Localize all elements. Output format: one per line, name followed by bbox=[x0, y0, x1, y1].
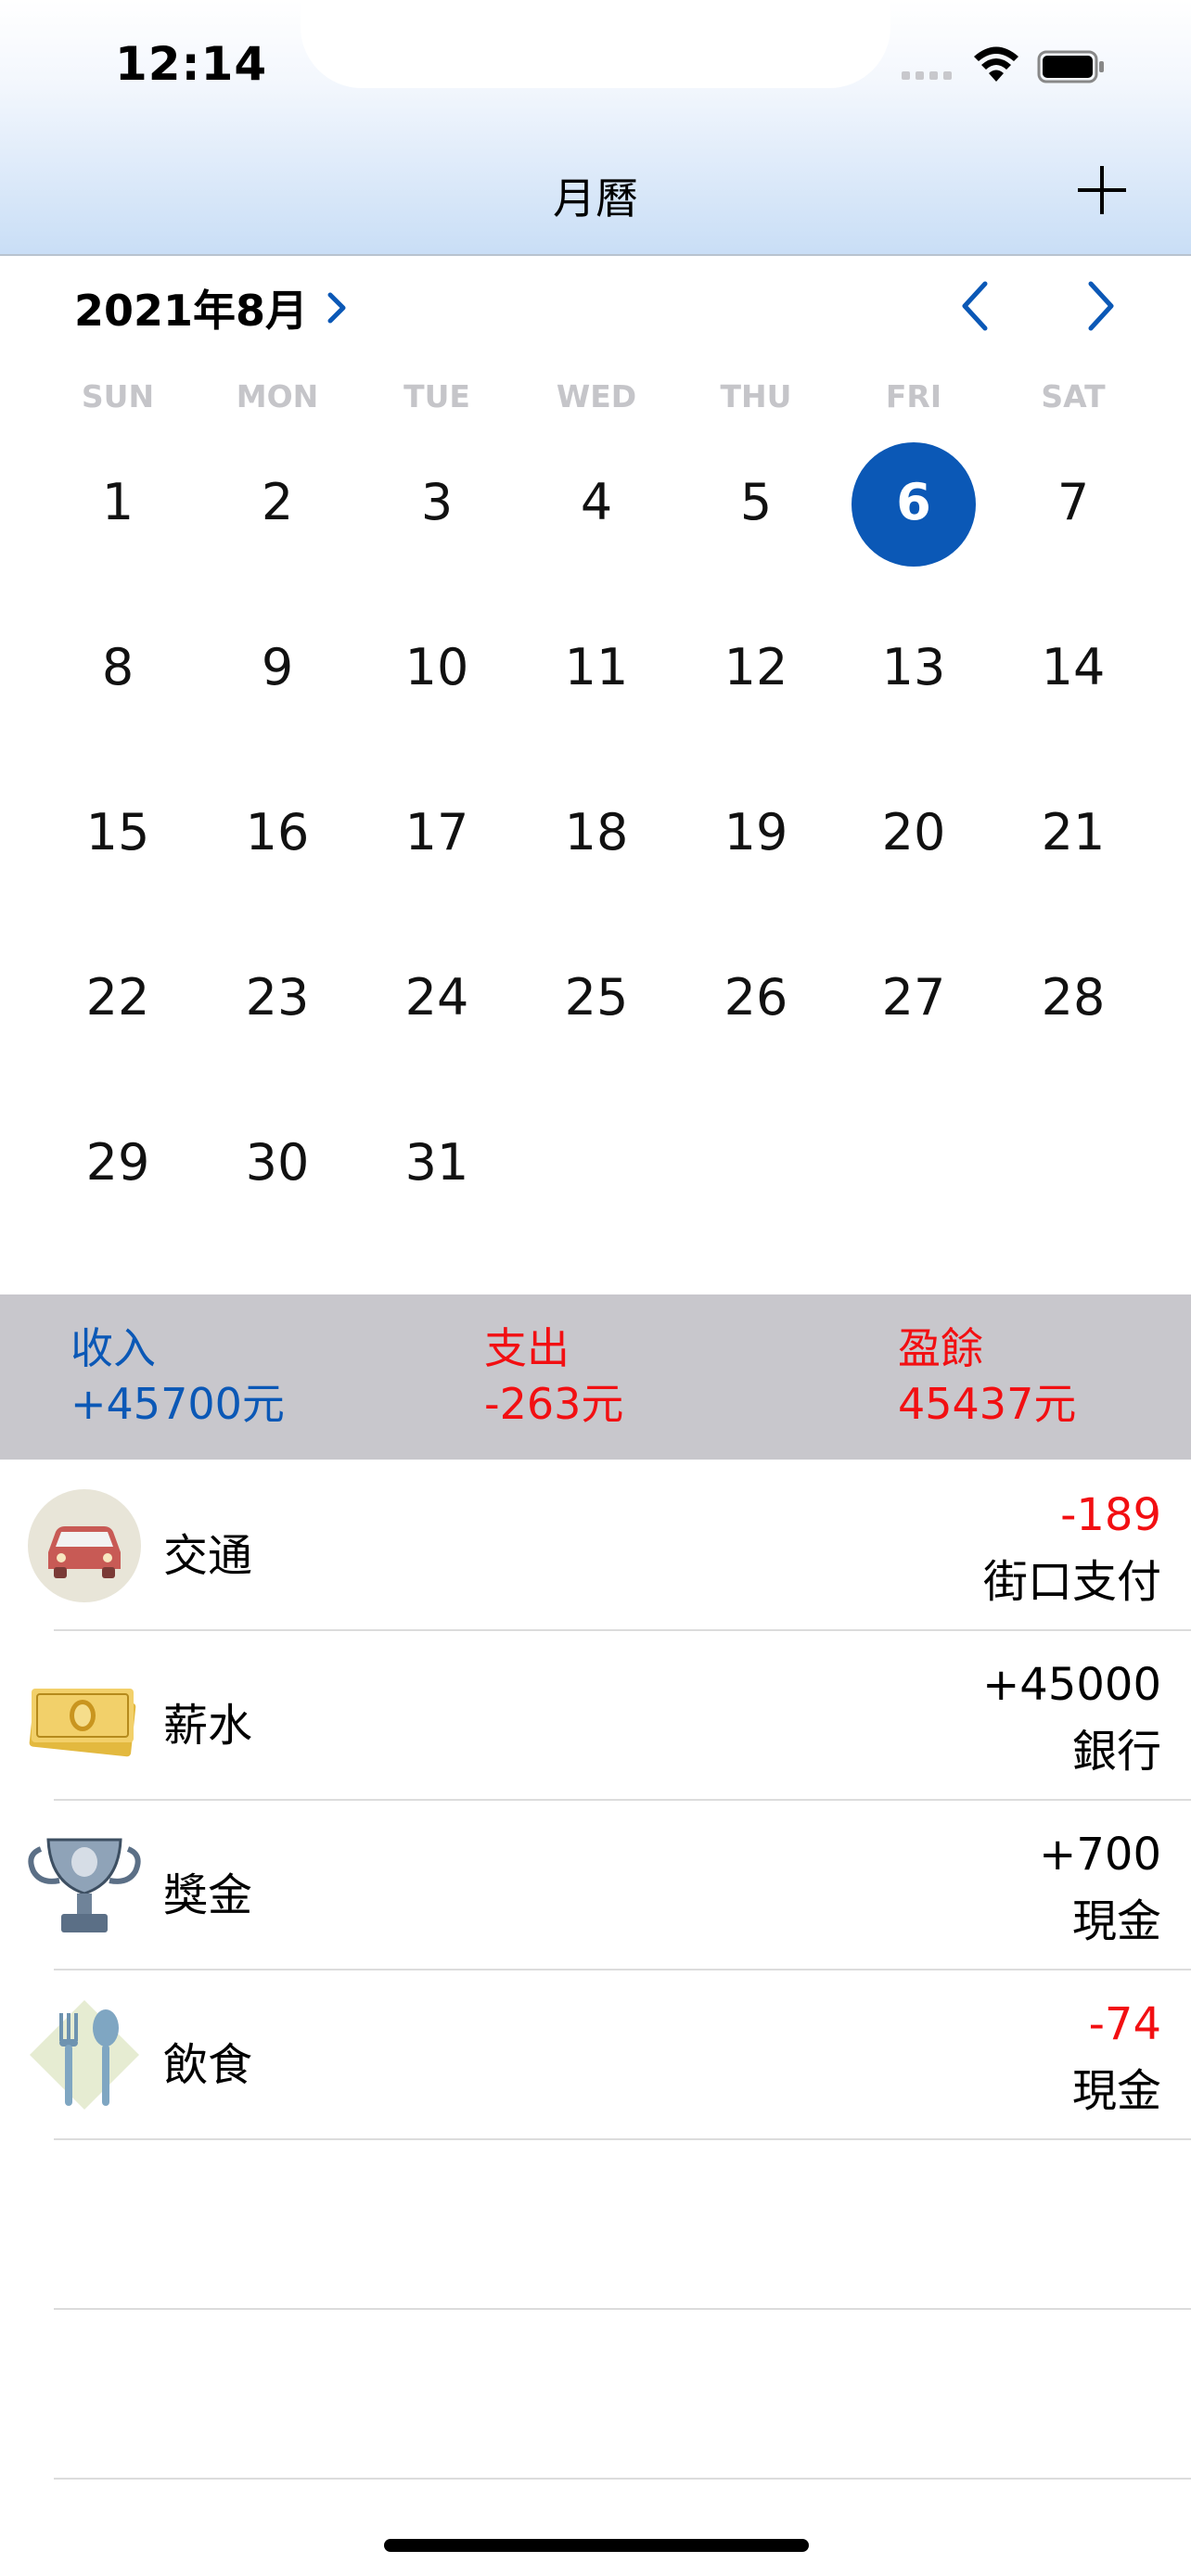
income-summary: 收入 +45700元 bbox=[70, 1320, 285, 1432]
monthly-summary: 收入 +45700元 支出 -263元 盈餘 45437元 bbox=[0, 1294, 1191, 1460]
income-label: 收入 bbox=[70, 1323, 156, 1373]
page-title: 月曆 bbox=[553, 173, 638, 223]
calendar-day[interactable]: 1 bbox=[53, 473, 183, 531]
calendar-day[interactable]: 24 bbox=[372, 968, 502, 1027]
expense-value: -263元 bbox=[484, 1379, 624, 1429]
transaction-row[interactable]: 獎金 +700 現金 bbox=[0, 1801, 1191, 1970]
calendar-day[interactable]: 30 bbox=[212, 1133, 342, 1192]
transaction-row[interactable]: 薪水 +45000 銀行 bbox=[0, 1631, 1191, 1801]
transaction-account: 現金 bbox=[1071, 2065, 1161, 2117]
transaction-account: 銀行 bbox=[1071, 1726, 1161, 1778]
expense-label: 支出 bbox=[484, 1323, 570, 1373]
balance-summary: 盈餘 45437元 bbox=[898, 1320, 1076, 1432]
calendar-day[interactable]: 8 bbox=[53, 638, 183, 696]
row-divider bbox=[54, 2478, 1191, 2480]
car-icon bbox=[28, 1489, 141, 1602]
expense-summary: 支出 -263元 bbox=[484, 1320, 623, 1432]
calendar-day[interactable]: 16 bbox=[212, 803, 342, 861]
transaction-row[interactable]: 交通 -189 街口支付 bbox=[0, 1461, 1191, 1631]
calendar-day[interactable]: 4 bbox=[531, 473, 661, 531]
transaction-row[interactable]: 飲食 -74 現金 bbox=[0, 1970, 1191, 2140]
calendar-day[interactable]: 19 bbox=[691, 803, 821, 861]
calendar-day[interactable]: 28 bbox=[1008, 968, 1138, 1027]
transaction-name: 交通 bbox=[163, 1530, 253, 1582]
income-value: +45700元 bbox=[70, 1379, 285, 1429]
home-indicator[interactable] bbox=[384, 2539, 809, 2552]
calendar-day[interactable]: 10 bbox=[372, 638, 502, 696]
balance-value: 45437元 bbox=[898, 1379, 1077, 1429]
trophy-icon bbox=[28, 1838, 141, 1932]
calendar-day[interactable]: 5 bbox=[691, 473, 821, 531]
transaction-amount: -189 bbox=[1060, 1489, 1161, 1541]
cellular-signal-icon bbox=[902, 67, 957, 80]
transaction-amount: -74 bbox=[1088, 1998, 1161, 2050]
calendar-day[interactable]: 11 bbox=[531, 638, 661, 696]
calendar-day[interactable]: 22 bbox=[53, 968, 183, 1027]
transaction-name: 飲食 bbox=[163, 2039, 253, 2091]
battery-icon bbox=[1037, 50, 1104, 83]
calendar-day[interactable]: 14 bbox=[1008, 638, 1138, 696]
weekday-label: TUE bbox=[403, 378, 470, 414]
calendar-day[interactable]: 18 bbox=[531, 803, 661, 861]
row-divider bbox=[54, 2308, 1191, 2310]
calendar-day[interactable]: 25 bbox=[531, 968, 661, 1027]
calendar-day[interactable]: 12 bbox=[691, 638, 821, 696]
device-notch bbox=[301, 0, 890, 88]
calendar-day[interactable]: 20 bbox=[849, 803, 979, 861]
calendar-day[interactable]: 3 bbox=[372, 473, 502, 531]
row-divider bbox=[54, 2138, 1191, 2140]
transaction-account: 街口支付 bbox=[982, 1556, 1161, 1608]
wifi-icon bbox=[974, 46, 1018, 82]
calendar-day[interactable]: 15 bbox=[53, 803, 183, 861]
weekday-label: FRI bbox=[885, 378, 942, 414]
calendar-day[interactable]: 17 bbox=[372, 803, 502, 861]
weekday-label: SUN bbox=[81, 378, 155, 414]
month-label[interactable]: 2021年8月 bbox=[74, 277, 308, 338]
add-button[interactable] bbox=[1074, 162, 1130, 218]
balance-label: 盈餘 bbox=[898, 1323, 983, 1373]
calendar-day[interactable]: 31 bbox=[372, 1133, 502, 1192]
next-month-button[interactable] bbox=[1082, 278, 1119, 334]
transaction-account: 現金 bbox=[1071, 1895, 1161, 1947]
weekday-label: SAT bbox=[1041, 378, 1106, 414]
previous-month-button[interactable] bbox=[957, 278, 994, 334]
calendar-day[interactable]: 7 bbox=[1008, 473, 1138, 531]
calendar-day[interactable]: 23 bbox=[212, 968, 342, 1027]
transaction-amount: +700 bbox=[1039, 1829, 1161, 1881]
calendar-day[interactable]: 2 bbox=[212, 473, 342, 531]
weekday-label: WED bbox=[556, 378, 637, 414]
status-time: 12:14 bbox=[115, 37, 268, 91]
transaction-amount: +45000 bbox=[982, 1659, 1161, 1711]
transaction-name: 薪水 bbox=[163, 1700, 253, 1752]
calendar-day[interactable]: 29 bbox=[53, 1133, 183, 1192]
top-bar: 12:14 月曆 bbox=[0, 0, 1191, 256]
fork-spoon-icon bbox=[30, 2000, 139, 2110]
calendar-day[interactable]: 26 bbox=[691, 968, 821, 1027]
calendar-day[interactable]: 27 bbox=[849, 968, 979, 1027]
month-selector[interactable]: 2021年8月 bbox=[74, 280, 351, 336]
calendar-day[interactable]: 13 bbox=[849, 638, 979, 696]
weekday-label: THU bbox=[720, 378, 792, 414]
calendar-day[interactable]: 21 bbox=[1008, 803, 1138, 861]
calendar-day-selected[interactable]: 6 bbox=[849, 473, 979, 531]
weekday-label: MON bbox=[236, 378, 319, 414]
transaction-name: 獎金 bbox=[163, 1869, 253, 1921]
cash-icon bbox=[29, 1689, 136, 1757]
calendar-day[interactable]: 9 bbox=[212, 638, 342, 696]
chevron-right-icon bbox=[327, 292, 346, 324]
